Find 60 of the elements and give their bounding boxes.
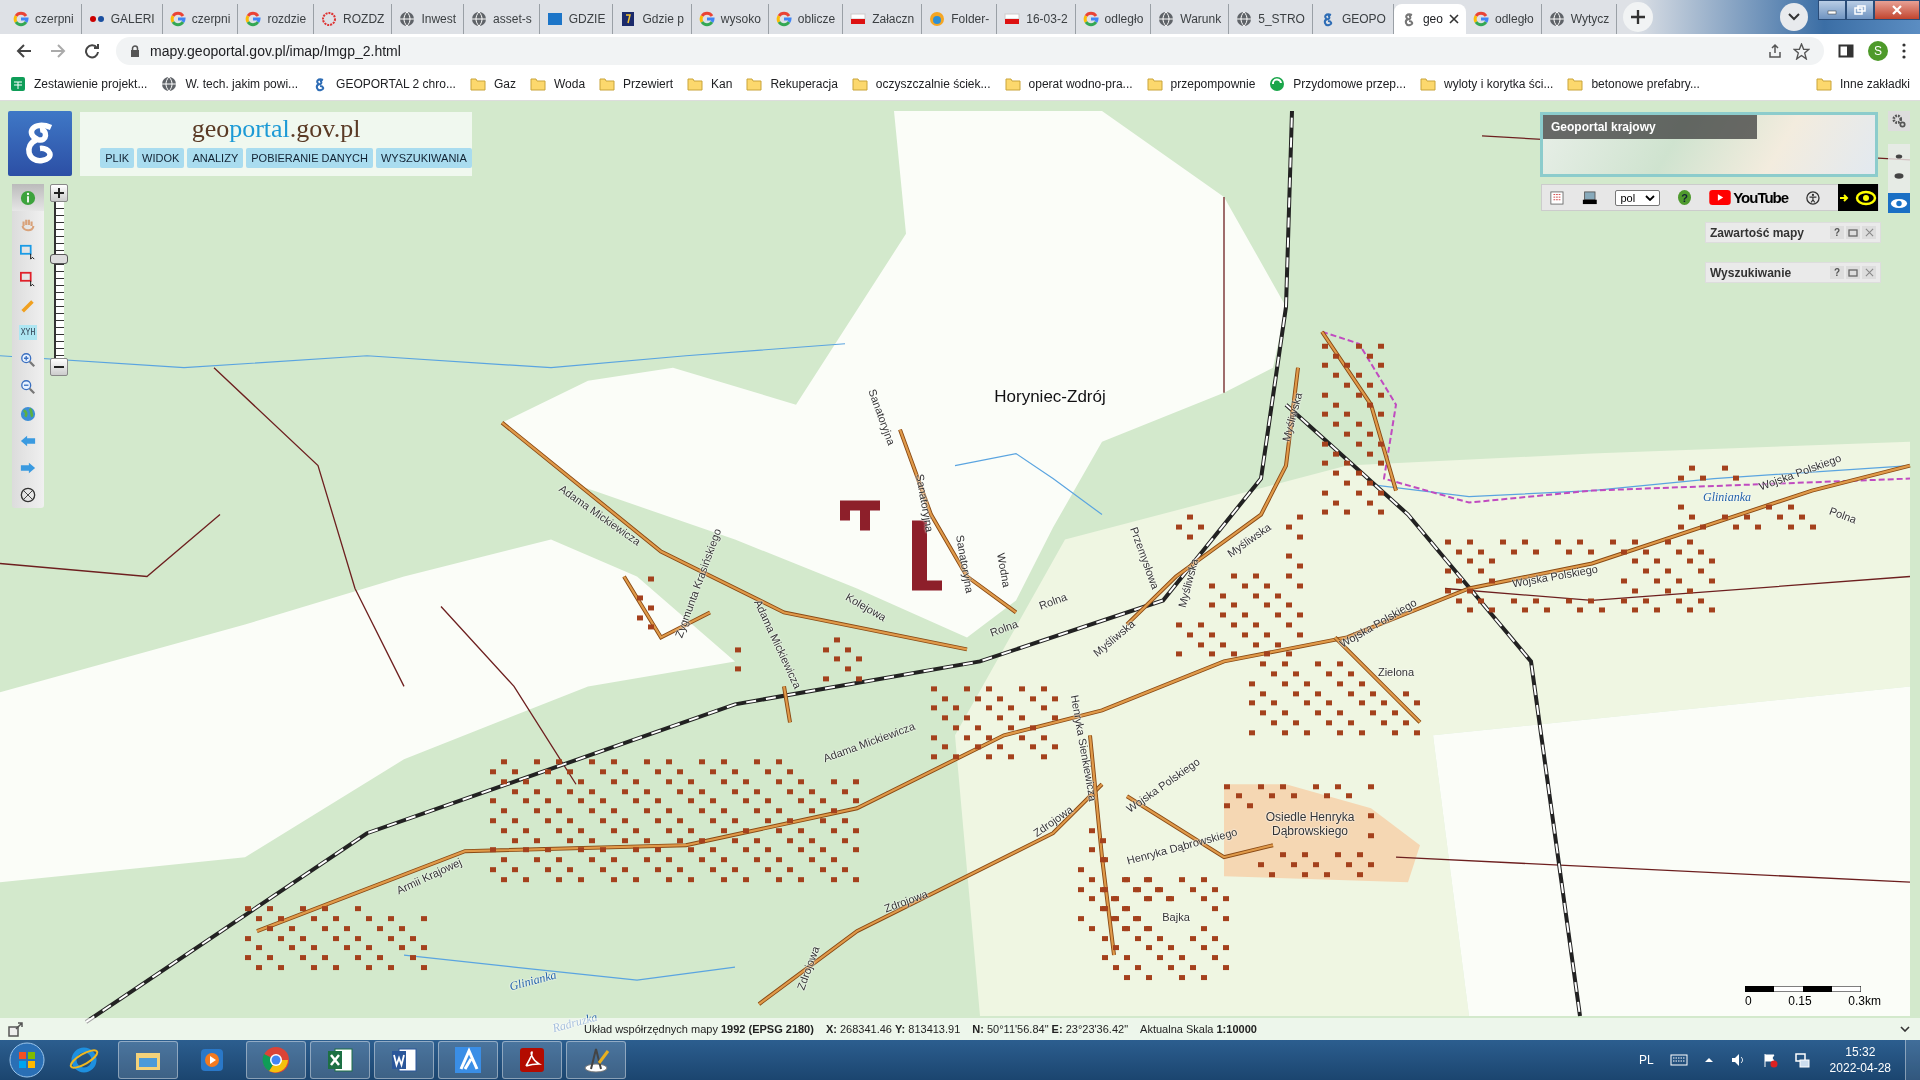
- status-text: N: 50°11'56.84" E: 23°23'36.42": [972, 1023, 1129, 1035]
- menu-button[interactable]: POBIERANIE DANYCH: [246, 148, 373, 168]
- district-label: Osiedle Henryka Dąbrowskiego: [1265, 810, 1355, 838]
- scale-label: 0: [1745, 994, 1752, 1008]
- status-text: X: 268341.46 Y: 813413.91: [825, 1023, 961, 1035]
- street-label: Wodna: [995, 551, 1013, 589]
- street-label: Henryka Sienkiewicza: [1068, 693, 1100, 803]
- panel-title: Wyszukiwanie: [1710, 265, 1793, 280]
- other-bookmarks[interactable]: Inne zakładki: [1815, 76, 1910, 92]
- bookmark[interactable]: wyloty i korytka ści...: [1420, 76, 1554, 92]
- overview-title: Geoportal krajowy: [1543, 115, 1757, 139]
- street-label: Rolna: [988, 617, 1020, 639]
- help-button[interactable]: ?: [1830, 226, 1844, 239]
- town-label: Horyniec-Zdrój: [994, 387, 1106, 407]
- collapsed-panel[interactable]: Zawartość mapy ?: [1705, 222, 1881, 243]
- bookmark[interactable]: Zestawienie projekt...: [10, 76, 148, 92]
- bookmark[interactable]: GEOPORTAL 2 chro...: [312, 76, 456, 92]
- panel-title: Zawartość mapy: [1710, 225, 1806, 240]
- clock-time[interactable]: 15:32: [1845, 1045, 1876, 1059]
- help-button[interactable]: ?: [1678, 190, 1692, 205]
- bookmark[interactable]: operat wodno-pra...: [1004, 76, 1133, 92]
- bookmark[interactable]: Woda: [529, 76, 586, 92]
- bookmark[interactable]: Rekuperacja: [746, 76, 838, 92]
- street-label: Zielona: [1377, 666, 1415, 678]
- menu-button[interactable]: ANALIZY: [187, 148, 244, 168]
- bookmark[interactable]: przepompownie: [1146, 76, 1256, 92]
- browser-tab[interactable]: geo: [1393, 4, 1466, 34]
- status-text: Aktualna Skala 1:10000: [1140, 1023, 1257, 1035]
- scale-label: 0.15: [1788, 994, 1812, 1008]
- bookmark[interactable]: Kan: [687, 76, 733, 92]
- profile-avatar[interactable]: S: [1868, 41, 1888, 61]
- street-label: Sanatoryjna: [914, 473, 936, 533]
- language-select[interactable]: pol: [1615, 189, 1661, 206]
- youtube-link[interactable]: YouTube: [1709, 189, 1789, 206]
- xyh-tool-button[interactable]: XYH: [12, 319, 44, 346]
- street-label: Wojska Polskiego: [1511, 562, 1599, 590]
- scale-label: 0.3km: [1848, 994, 1881, 1008]
- street-label: Rolna: [1037, 590, 1069, 612]
- menu-button[interactable]: WYSZUKIWANIA: [376, 148, 472, 168]
- street-label: Polna: [1827, 504, 1859, 526]
- bookmark[interactable]: Gaz: [469, 76, 516, 92]
- url-text: mapy.geoportal.gov.pl/imap/Imgp_2.html: [150, 43, 401, 59]
- address-bar[interactable]: mapy.geoportal.gov.pl/imap/Imgp_2.html: [116, 37, 1824, 65]
- bookmark[interactable]: oczyszczalnie ściek...: [851, 76, 991, 92]
- stream-label: Glinianka: [507, 967, 559, 995]
- bookmark[interactable]: betonowe prefabry...: [1567, 76, 1700, 92]
- bookmark[interactable]: W. tech. jakim powi...: [161, 76, 299, 92]
- collapsed-panel[interactable]: Wyszukiwanie ?: [1705, 262, 1881, 283]
- street-label: Bajka: [1162, 911, 1190, 923]
- help-button[interactable]: ?: [1830, 266, 1844, 279]
- menu-button[interactable]: PLIK: [100, 148, 135, 168]
- clock-date[interactable]: 2022-04-28: [1829, 1061, 1891, 1075]
- language-indicator[interactable]: PL: [1638, 1053, 1654, 1067]
- street-label: Sanatoryjna: [954, 534, 976, 594]
- site-title: geoportal.gov.pl: [191, 114, 361, 144]
- overview-map-thumbnail[interactable]: Geoportal krajowy: [1540, 112, 1878, 177]
- bookmark[interactable]: Przewiert: [599, 76, 674, 92]
- menu-button[interactable]: WIDOK: [137, 148, 185, 168]
- stream-label: Glinianka: [1703, 489, 1751, 505]
- bookmark[interactable]: Przydomowe przep...: [1269, 76, 1407, 92]
